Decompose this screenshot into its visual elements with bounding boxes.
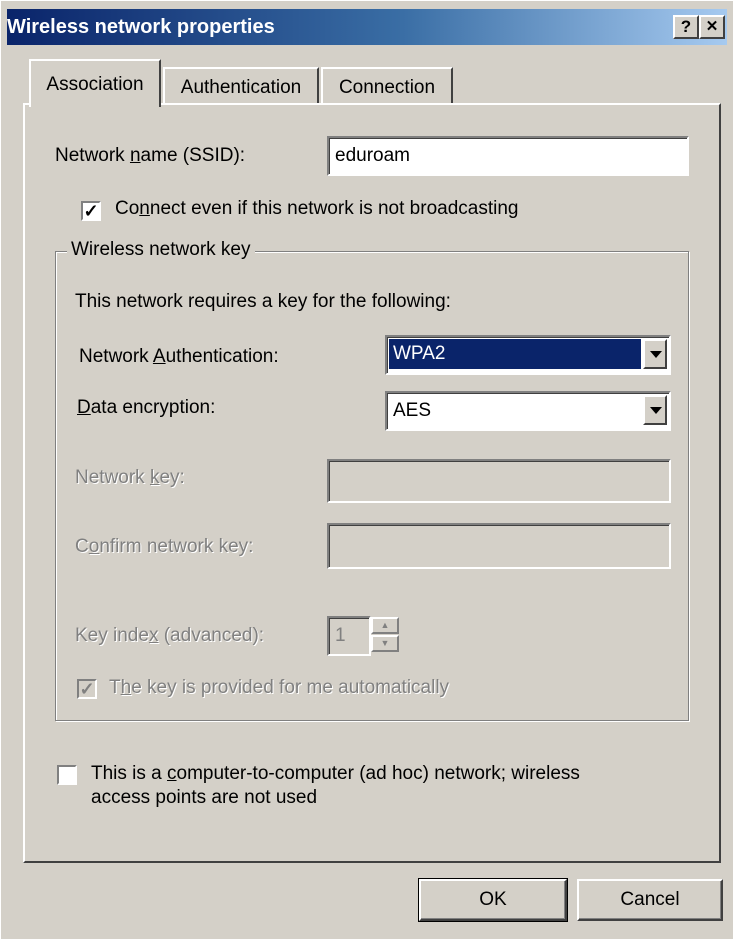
help-button[interactable]: ? (673, 15, 699, 39)
key-index-label: Key index (advanced): (75, 625, 265, 646)
network-authentication-select[interactable]: WPA2 (385, 335, 671, 375)
chevron-down-icon[interactable] (643, 395, 667, 425)
key-provided-automatically-label: The key is provided for me automatically (109, 677, 450, 698)
network-authentication-label: Network Authentication: (79, 346, 279, 367)
network-authentication-value: WPA2 (389, 339, 641, 369)
key-index-spinner[interactable]: ▲ ▼ (371, 616, 401, 654)
wireless-key-group-title: Wireless network key (67, 239, 255, 261)
data-encryption-value: AES (393, 400, 432, 421)
confirm-network-key-label: Confirm network key: (75, 536, 254, 557)
ssid-input[interactable]: eduroam (327, 136, 689, 176)
data-encryption-select[interactable]: AES (385, 391, 671, 431)
key-provided-automatically-checkbox[interactable]: ✓ (77, 679, 97, 699)
close-button[interactable]: ✕ (699, 15, 725, 39)
tab-authentication[interactable]: Authentication (163, 67, 319, 105)
tab-connection[interactable]: Connection (321, 67, 453, 105)
connect-not-broadcasting-checkbox[interactable]: ✓ (81, 201, 101, 221)
adhoc-network-label-line1: This is a computer-to-computer (ad hoc) … (91, 763, 580, 784)
spin-up-icon[interactable]: ▲ (371, 617, 399, 634)
chevron-down-icon[interactable] (643, 339, 667, 369)
network-key-input[interactable] (327, 459, 671, 503)
key-index-input[interactable]: 1 (327, 616, 371, 656)
adhoc-network-label-line2: access points are not used (91, 787, 318, 808)
adhoc-network-checkbox[interactable] (57, 765, 77, 785)
ok-button[interactable]: OK (418, 878, 568, 922)
confirm-network-key-input[interactable] (327, 523, 671, 569)
connect-not-broadcasting-label: Connect even if this network is not broa… (115, 198, 519, 219)
dialog-window: Wireless network properties ? ✕ Associat… (0, 0, 734, 940)
key-intro-text: This network requires a key for the foll… (75, 291, 451, 312)
window-title: Wireless network properties (7, 16, 275, 38)
data-encryption-label: Data encryption: (77, 397, 216, 418)
network-key-label: Network key: (75, 467, 185, 488)
tab-association[interactable]: Association (29, 59, 161, 107)
spin-down-icon[interactable]: ▼ (371, 635, 399, 652)
cancel-button[interactable]: Cancel (577, 879, 723, 921)
title-bar[interactable]: Wireless network properties ? ✕ (7, 9, 727, 45)
ssid-label: Network name (SSID): (55, 145, 246, 166)
